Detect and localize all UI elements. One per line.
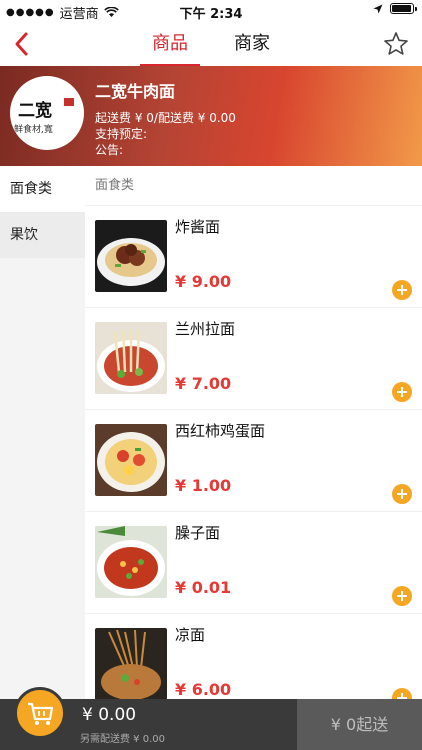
status-bar: ●●●●● 运营商 下午 2:34 [0,0,422,22]
section-title: 面食类 [85,166,422,206]
cart-total: ¥ 0.00 [82,705,137,725]
product-list: 面食类 炸酱面 ¥ 9.00 兰州拉面 ¥ 7.00 西红柿鸡蛋面 ¥ 1.00… [85,166,422,699]
favorite-star-icon[interactable] [382,30,410,58]
product-price: ¥ 6.00 [175,680,232,699]
add-to-cart-button[interactable] [392,586,412,606]
product-name: 炸酱面 [175,218,221,236]
product-item[interactable]: 凉面 ¥ 6.00 [85,614,422,699]
status-time: 下午 2:34 [179,7,243,22]
cart-bar: ¥ 0.00 另需配送费 ¥ 0.00 ¥ 0起送 [0,687,422,750]
checkout-button[interactable]: ¥ 0起送 [297,699,422,750]
product-price: ¥ 1.00 [175,476,232,495]
logo-mark [64,98,74,106]
product-item[interactable]: 炸酱面 ¥ 9.00 [85,206,422,308]
product-image [95,220,167,292]
location-icon [373,4,383,13]
product-item[interactable]: 臊子面 ¥ 0.01 [85,512,422,614]
product-image [95,526,167,598]
category-menu: 面食类 果饮 [0,166,85,699]
product-price: ¥ 9.00 [175,272,232,291]
product-name: 兰州拉面 [175,320,236,338]
product-name: 西红柿鸡蛋面 [175,422,266,440]
product-image [95,424,167,496]
product-name: 凉面 [175,626,206,644]
product-item[interactable]: 西红柿鸡蛋面 ¥ 1.00 [85,410,422,512]
cart-button[interactable] [14,687,66,739]
cart-icon [28,702,54,725]
shop-info: 二宽牛肉面 起送费 ¥ 0/配送费 ¥ 0.00 支持预定: 公告: [95,78,236,158]
product-price: ¥ 7.00 [175,374,232,393]
battery-icon [390,3,417,14]
shop-logo: 二宽 鲜食材,寬 [10,76,84,150]
shop-header: 二宽 鲜食材,寬 二宽牛肉面 起送费 ¥ 0/配送费 ¥ 0.00 支持预定: … [0,66,422,166]
add-to-cart-button[interactable] [392,484,412,504]
product-name: 臊子面 [175,524,221,542]
add-to-cart-button[interactable] [392,382,412,402]
product-image [95,628,167,699]
nav-bar: 商品 商家 [0,22,422,66]
add-to-cart-button[interactable] [392,688,412,699]
category-item-noodles[interactable]: 面食类 [0,166,85,212]
category-item-fruit-drinks[interactable]: 果饮 [0,212,85,258]
product-item[interactable]: 兰州拉面 ¥ 7.00 [85,308,422,410]
tab-products[interactable]: 商品 [140,22,200,66]
logo-text: 二宽 [18,101,52,121]
shop-fees: 起送费 ¥ 0/配送费 ¥ 0.00 [95,111,236,125]
logo-subtext: 鲜食材,寬 [14,125,53,135]
tab-merchant[interactable]: 商家 [228,22,276,66]
shop-preorder: 支持预定: [95,127,148,141]
add-to-cart-button[interactable] [392,280,412,300]
delivery-fee-note: 另需配送费 ¥ 0.00 [80,734,165,745]
status-right [373,3,417,14]
product-price: ¥ 0.01 [175,578,232,597]
shop-name: 二宽牛肉面 [95,82,176,101]
shop-notice: 公告: [95,143,124,157]
product-image [95,322,167,394]
tab-bar: 商品 商家 [0,22,422,66]
